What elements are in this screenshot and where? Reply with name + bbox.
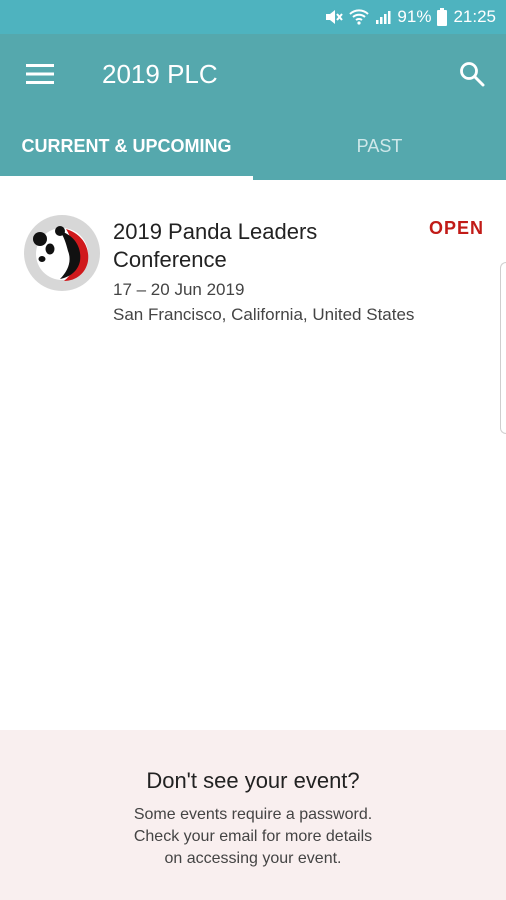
event-dates: 17 – 20 Jun 2019 — [113, 280, 245, 299]
footer-line: Check your email for more details — [133, 828, 373, 845]
status-bar: 91% 21:25 — [0, 0, 506, 34]
event-title-line2: Conference — [113, 247, 227, 272]
event-title-line1: 2019 Panda Leaders — [113, 219, 318, 244]
footer-line: on accessing your event. — [164, 850, 342, 867]
tab-indicator — [0, 176, 253, 180]
battery-percent: 91% — [397, 7, 432, 26]
event-logo — [24, 215, 100, 291]
tab-label: CURRENT & UPCOMING — [21, 135, 232, 156]
menu-button[interactable] — [22, 58, 58, 94]
page-title: 2019 PLC — [102, 59, 218, 89]
status-badge: OPEN — [428, 218, 484, 238]
wifi-icon — [349, 9, 370, 25]
tab-bar: CURRENT & UPCOMING PAST — [0, 116, 506, 180]
footer-title: Don't see your event? — [146, 768, 360, 793]
mute-icon — [325, 9, 344, 25]
signal-icon — [375, 9, 391, 25]
event-location: San Francisco, California, United States — [113, 305, 415, 324]
menu-icon — [26, 63, 54, 89]
help-footer: Don't see your event? Some events requir… — [0, 730, 506, 900]
footer-line: Some events require a password. — [133, 806, 373, 823]
tab-current-upcoming[interactable]: CURRENT & UPCOMING — [0, 116, 253, 180]
tab-past[interactable]: PAST — [253, 116, 506, 180]
clock: 21:25 — [453, 7, 496, 26]
panda-icon — [33, 226, 89, 281]
app-bar: 2019 PLC — [0, 34, 506, 116]
search-button[interactable] — [454, 58, 490, 94]
battery-icon — [437, 8, 448, 26]
search-icon — [459, 61, 485, 92]
scroll-handle[interactable] — [500, 262, 506, 434]
event-list-item[interactable]: 2019 Panda Leaders Conference OPEN 17 – … — [0, 196, 506, 336]
event-title: 2019 Panda Leaders Conference — [113, 218, 413, 274]
footer-text: Some events require a password. Check yo… — [0, 804, 506, 870]
tab-label: PAST — [356, 135, 403, 156]
